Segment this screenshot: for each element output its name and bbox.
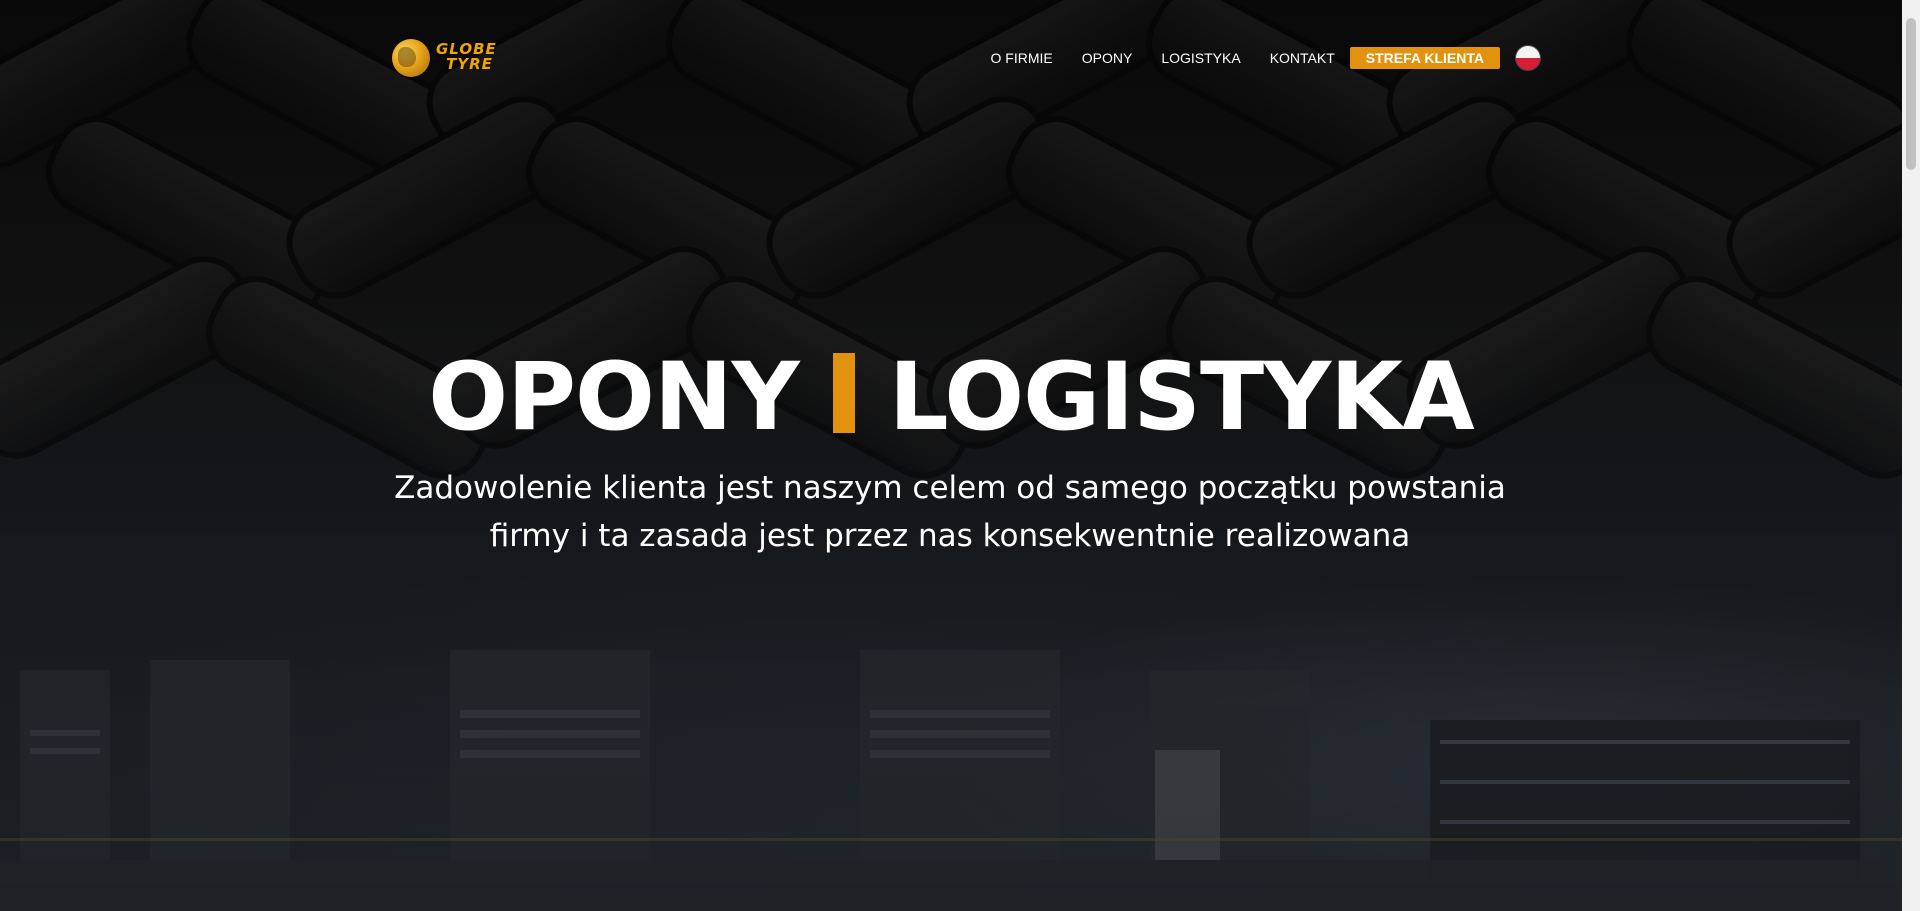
- logo-line-2: TYRE: [446, 55, 493, 73]
- logo-wordmark: GLOBE TYRE: [436, 42, 497, 72]
- nav-item-opony[interactable]: OPONY: [1082, 50, 1133, 66]
- globe-tyre-logo[interactable]: GLOBE TYRE: [390, 36, 530, 80]
- hero-section: GLOBE TYRE O FIRMIE OPONY LOGISTYKA KONT…: [0, 0, 1902, 911]
- hero-headline: OPONY LOGISTYKA: [0, 338, 1902, 458]
- flag-pl-icon[interactable]: [1516, 46, 1540, 70]
- globe-icon: [392, 39, 430, 77]
- nav-item-o-firmie[interactable]: O FIRMIE: [991, 50, 1053, 66]
- nav-item-kontakt[interactable]: KONTAKT: [1270, 50, 1335, 66]
- headline-separator: [832, 353, 855, 433]
- main-navigation: O FIRMIE OPONY LOGISTYKA KONTAKT STREFA …: [962, 46, 1540, 70]
- page-scrollbar[interactable]: [1902, 0, 1920, 911]
- headline-right: LOGISTYKA: [888, 343, 1475, 452]
- nav-item-logistyka[interactable]: LOGISTYKA: [1161, 50, 1240, 66]
- site-header: GLOBE TYRE O FIRMIE OPONY LOGISTYKA KONT…: [390, 36, 1540, 86]
- headline-left: OPONY: [428, 343, 799, 452]
- scrollbar-thumb[interactable]: [1906, 18, 1916, 170]
- client-zone-button[interactable]: STREFA KLIENTA: [1349, 47, 1500, 69]
- hero-subtitle: Zadowolenie klienta jest naszym celem od…: [394, 470, 1506, 554]
